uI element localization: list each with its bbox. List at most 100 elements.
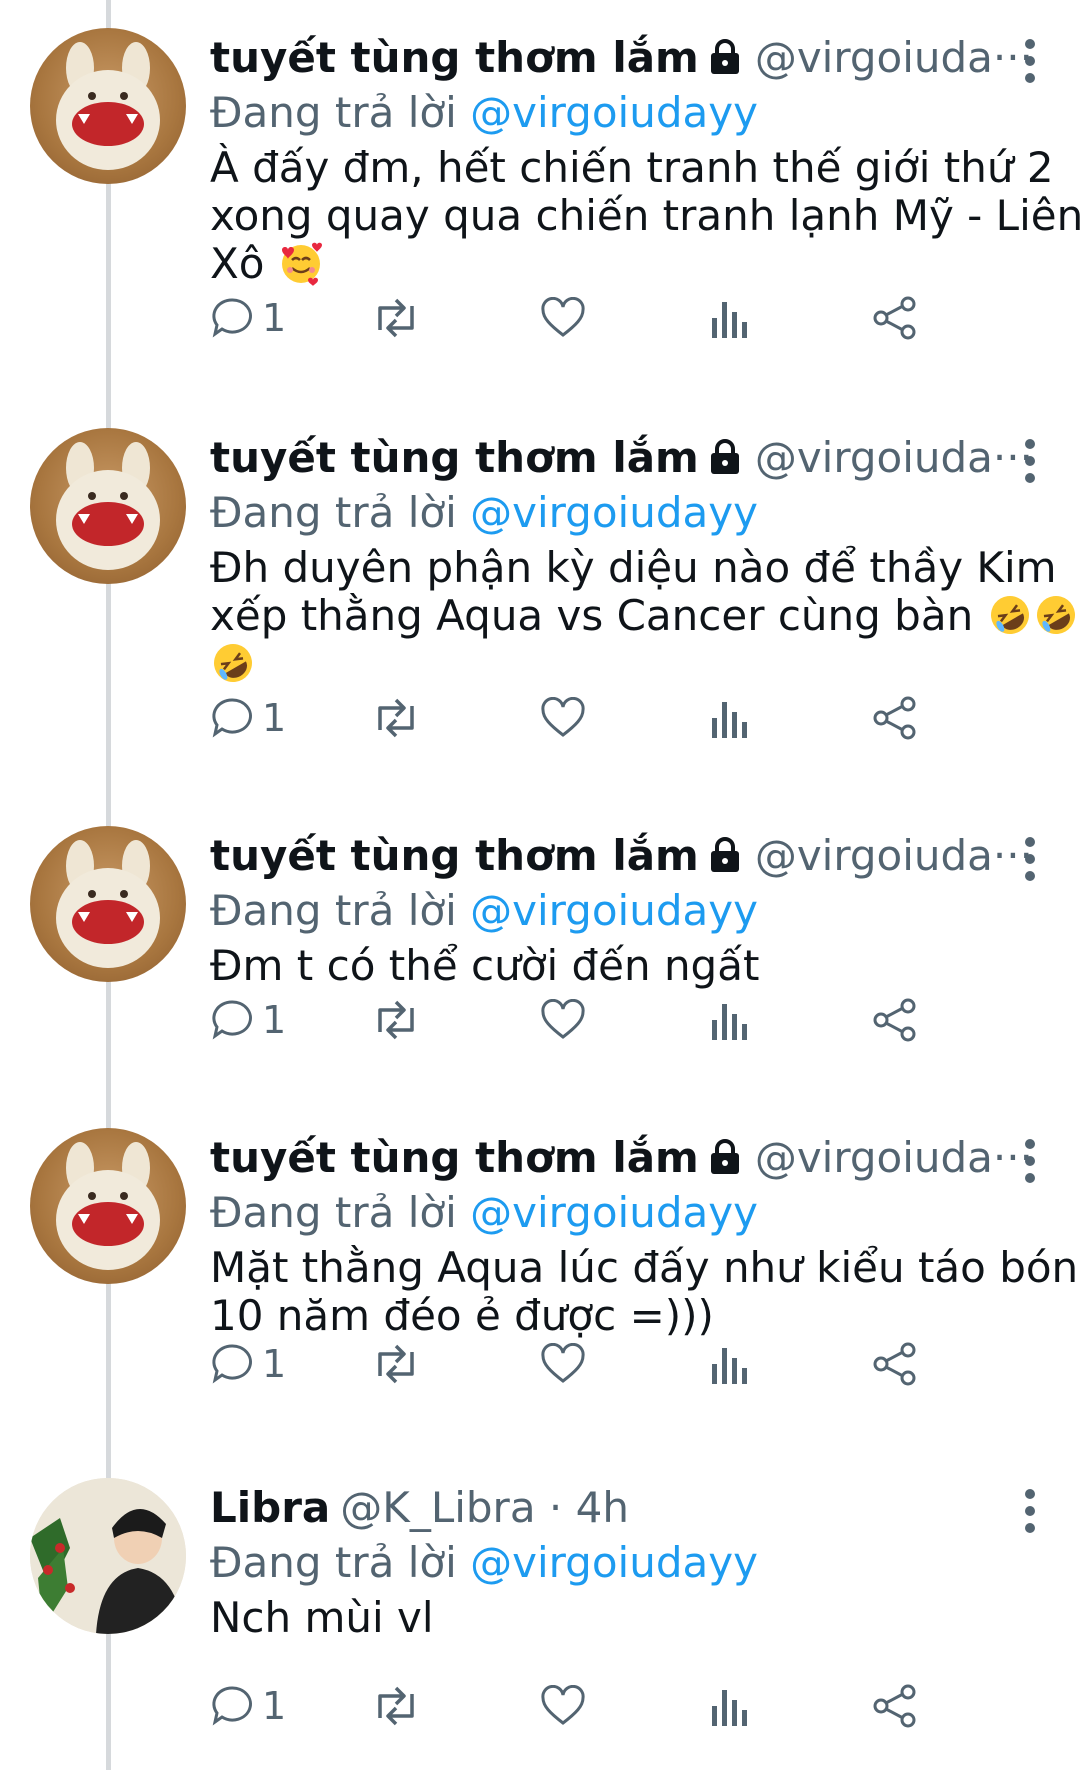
share-button[interactable] bbox=[872, 688, 918, 748]
reply-mention-link[interactable]: @virgoiudayy bbox=[470, 488, 758, 537]
author-name[interactable]: tuyết tùng thơm lắm bbox=[210, 831, 699, 880]
retweet-button[interactable] bbox=[370, 1334, 422, 1394]
more-options-icon[interactable] bbox=[1010, 1486, 1050, 1536]
analytics-icon bbox=[712, 1004, 747, 1040]
author-handle[interactable]: @virgoiuda··· bbox=[755, 433, 1033, 482]
reply-mention-link[interactable]: @virgoiudayy bbox=[470, 88, 758, 137]
analytics-icon bbox=[712, 1690, 747, 1726]
like-button[interactable] bbox=[540, 688, 586, 748]
heart-icon bbox=[541, 297, 585, 337]
smiling-face-with-hearts-emoji-icon bbox=[281, 242, 322, 286]
reply-icon bbox=[212, 1000, 252, 1040]
views-button[interactable] bbox=[710, 990, 750, 1050]
retweet-icon bbox=[378, 1000, 414, 1040]
share-icon bbox=[873, 1342, 916, 1386]
rolling-on-floor-laughing-emoji-icon bbox=[214, 644, 252, 682]
reply-count: 1 bbox=[262, 1684, 287, 1728]
reply-button[interactable]: 1 bbox=[210, 288, 286, 348]
share-button[interactable] bbox=[872, 288, 918, 348]
like-button[interactable] bbox=[540, 1334, 586, 1394]
author-handle[interactable]: @virgoiuda··· bbox=[755, 1133, 1033, 1182]
reply-icon bbox=[212, 1344, 252, 1384]
reply-mention-link[interactable]: @virgoiudayy bbox=[470, 1538, 758, 1587]
author-name[interactable]: Libra bbox=[210, 1483, 330, 1532]
bunny-plush-avatar-icon[interactable] bbox=[30, 826, 186, 982]
tweet-text-line: xếp thằng Aqua vs Cancer cùng bàn bbox=[210, 591, 974, 640]
retweet-icon bbox=[378, 698, 414, 738]
replying-to: Đang trả lời @virgoiudayy bbox=[210, 88, 1030, 138]
reply-count: 1 bbox=[262, 998, 287, 1042]
tweet-text-line: Mặt thằng Aqua lúc đấy như kiểu táo bón bbox=[210, 1243, 1079, 1292]
tweet-text-line: Đh duyên phận kỳ diệu nào để thầy Kim bbox=[210, 543, 1057, 592]
views-button[interactable] bbox=[710, 288, 750, 348]
tweet-actions: 1 bbox=[210, 288, 1010, 348]
tweet-text: Đh duyên phận kỳ diệu nào để thầy Kim xế… bbox=[210, 543, 1075, 688]
heart-icon bbox=[541, 999, 585, 1039]
tweet-text-line: xong quay qua chiến tranh lạnh Mỹ - Liên bbox=[210, 191, 1080, 240]
retweet-button[interactable] bbox=[370, 990, 422, 1050]
retweet-button[interactable] bbox=[370, 288, 422, 348]
tweet-text: À đấy đm, hết chiến tranh thế giới thứ 2… bbox=[210, 143, 1080, 288]
like-button[interactable] bbox=[540, 288, 586, 348]
like-button[interactable] bbox=[540, 1676, 586, 1736]
analytics-icon bbox=[712, 1348, 747, 1384]
tweet-text-line: 10 năm đéo ẻ được =))) bbox=[210, 1291, 714, 1340]
reply-count: 1 bbox=[262, 296, 287, 340]
tweet-text: Mặt thằng Aqua lúc đấy như kiểu táo bón … bbox=[210, 1243, 1079, 1340]
tweet-text-line: Nch mùi vl bbox=[210, 1593, 434, 1642]
tweet-text: Nch mùi vl bbox=[210, 1594, 1030, 1642]
replying-to: Đang trả lời @virgoiudayy bbox=[210, 886, 1030, 936]
share-button[interactable] bbox=[872, 1334, 918, 1394]
share-button[interactable] bbox=[872, 990, 918, 1050]
more-options-icon[interactable] bbox=[1010, 1136, 1050, 1186]
reply-button[interactable]: 1 bbox=[210, 1334, 286, 1394]
reply-mention-link[interactable]: @virgoiudayy bbox=[470, 886, 758, 935]
heart-icon bbox=[541, 697, 585, 737]
retweet-icon bbox=[378, 298, 414, 338]
views-button[interactable] bbox=[710, 1334, 750, 1394]
reply-mention-link[interactable]: @virgoiudayy bbox=[470, 1188, 758, 1237]
retweet-icon bbox=[378, 1686, 414, 1726]
reply-prefix: Đang trả lời bbox=[210, 88, 471, 137]
tweet-actions: 1 bbox=[210, 688, 1010, 748]
reply-prefix: Đang trả lời bbox=[210, 488, 471, 537]
tweet-text-line: À đấy đm, hết chiến tranh thế giới thứ 2 bbox=[210, 143, 1054, 192]
like-button[interactable] bbox=[540, 990, 586, 1050]
author-handle[interactable]: @virgoiuda··· bbox=[755, 831, 1033, 880]
more-options-icon[interactable] bbox=[1010, 834, 1050, 884]
retweet-button[interactable] bbox=[370, 688, 422, 748]
person-portrait-avatar-icon[interactable] bbox=[30, 1478, 186, 1634]
reply-icon bbox=[212, 698, 252, 738]
reply-prefix: Đang trả lời bbox=[210, 1538, 471, 1587]
reply-prefix: Đang trả lời bbox=[210, 1188, 471, 1237]
share-icon bbox=[873, 696, 916, 740]
share-icon bbox=[873, 998, 916, 1042]
author-name[interactable]: tuyết tùng thơm lắm bbox=[210, 33, 699, 82]
replying-to: Đang trả lời @virgoiudayy bbox=[210, 488, 1030, 538]
bunny-plush-avatar-icon[interactable] bbox=[30, 1128, 186, 1284]
share-button[interactable] bbox=[872, 1676, 918, 1736]
tweet-actions: 1 bbox=[210, 1334, 1010, 1394]
bunny-plush-avatar-icon[interactable] bbox=[30, 428, 186, 584]
lock-icon bbox=[710, 1139, 739, 1174]
bunny-plush-avatar-icon[interactable] bbox=[30, 28, 186, 184]
author-name[interactable]: tuyết tùng thơm lắm bbox=[210, 1133, 699, 1182]
analytics-icon bbox=[712, 302, 747, 338]
reply-icon bbox=[212, 1686, 252, 1726]
views-button[interactable] bbox=[710, 688, 750, 748]
views-button[interactable] bbox=[710, 1676, 750, 1736]
heart-icon bbox=[541, 1685, 585, 1725]
share-icon bbox=[873, 1684, 916, 1728]
author-name[interactable]: tuyết tùng thơm lắm bbox=[210, 433, 699, 482]
reply-button[interactable]: 1 bbox=[210, 1676, 286, 1736]
reply-button[interactable]: 1 bbox=[210, 990, 286, 1050]
tweet-text-line: Đm t có thể cười đến ngất bbox=[210, 941, 760, 990]
reply-button[interactable]: 1 bbox=[210, 688, 286, 748]
more-options-icon[interactable] bbox=[1010, 36, 1050, 86]
author-handle[interactable]: @virgoiuda··· bbox=[755, 33, 1033, 82]
retweet-button[interactable] bbox=[370, 1676, 422, 1736]
author-handle[interactable]: @K_Libra · 4h bbox=[340, 1483, 629, 1532]
replying-to: Đang trả lời @virgoiudayy bbox=[210, 1538, 1030, 1588]
reply-prefix: Đang trả lời bbox=[210, 886, 471, 935]
more-options-icon[interactable] bbox=[1010, 436, 1050, 486]
